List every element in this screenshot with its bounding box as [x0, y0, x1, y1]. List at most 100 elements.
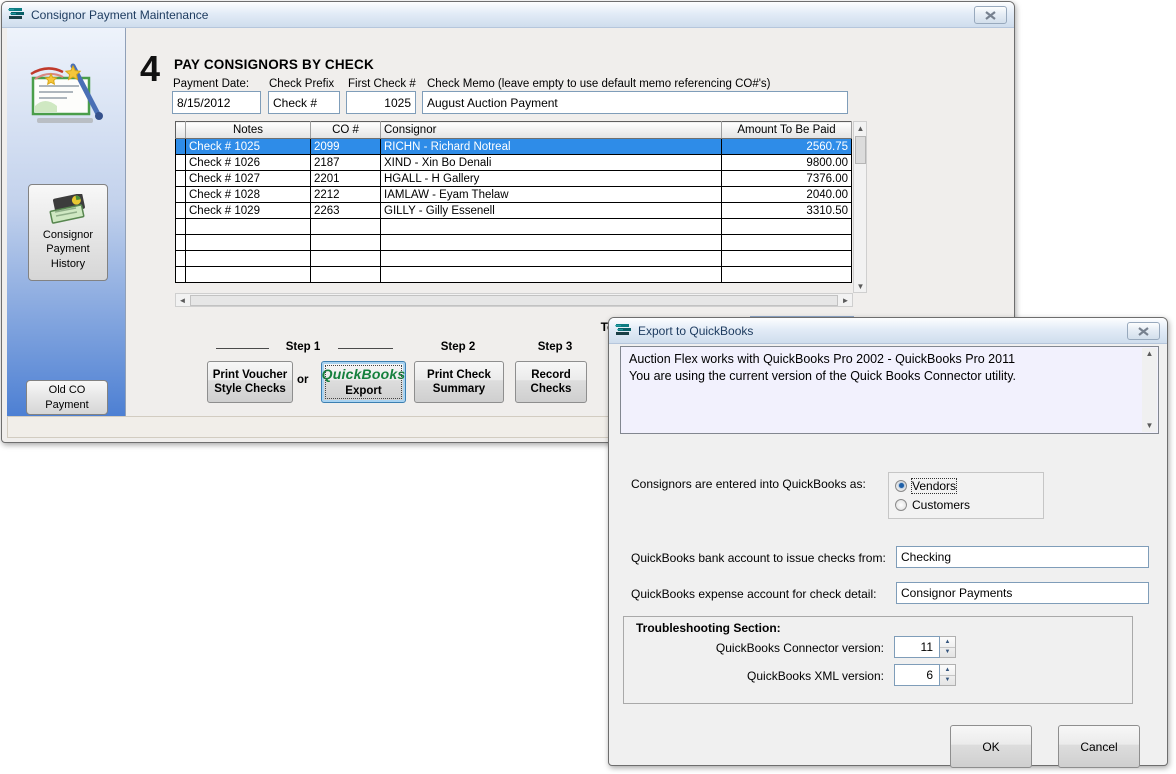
customers-label: Customers [912, 498, 970, 512]
xml-version-spinner[interactable]: 6 ▲ ▼ [894, 664, 956, 686]
record-checks-button[interactable]: Record Checks [515, 361, 587, 403]
check-memo-input[interactable] [422, 91, 848, 114]
app-logo-icon [8, 7, 25, 22]
vertical-scrollbar[interactable]: ▲ ▼ [853, 121, 867, 293]
export-to-quickbooks-dialog: Export to QuickBooks Auction Flex works … [608, 317, 1168, 766]
empty-row [176, 267, 852, 283]
scroll-down-icon[interactable]: ▼ [854, 280, 867, 292]
sidebar: Consignor Payment History Old CO Payment [7, 28, 126, 418]
col-co: CO # [311, 122, 381, 139]
vendors-label: Vendors [912, 479, 956, 493]
ok-button[interactable]: OK [950, 725, 1032, 768]
step3-label: Step 3 [529, 341, 581, 353]
first-check-label: First Check # [348, 78, 416, 90]
dialog-body: Auction Flex works with QuickBooks Pro 2… [611, 344, 1165, 763]
table-header-row: Notes CO # Consignor Amount To Be Paid [176, 122, 852, 139]
or-label: or [297, 374, 309, 386]
ok-label: OK [982, 740, 999, 754]
table-row[interactable]: Check # 1026 2187 XIND - Xin Bo Denali 9… [176, 155, 852, 171]
spin-up-icon[interactable]: ▲ [940, 665, 955, 676]
info-line: You are using the current version of the… [629, 368, 1138, 385]
print-summary-label: Print Check Summary [420, 368, 498, 397]
empty-row [176, 219, 852, 235]
connector-version-spinner[interactable]: 11 ▲ ▼ [894, 636, 956, 658]
page-title: PAY CONSIGNORS BY CHECK [174, 57, 374, 72]
xml-version-value[interactable]: 6 [894, 664, 940, 686]
consignor-payment-history-button[interactable]: Consignor Payment History [28, 184, 108, 281]
checkbook-icon [48, 194, 88, 224]
spin-down-icon[interactable]: ▼ [940, 648, 955, 658]
dialog-title: Export to QuickBooks [638, 324, 753, 338]
table-row[interactable]: Check # 1025 2099 RICHN - Richard Notrea… [176, 139, 852, 155]
troubleshooting-title: Troubleshooting Section: [636, 621, 781, 635]
first-check-input[interactable] [346, 91, 416, 114]
compatibility-info-box: Auction Flex works with QuickBooks Pro 2… [620, 346, 1159, 434]
step1-line-right [338, 348, 393, 349]
bank-account-label: QuickBooks bank account to issue checks … [631, 551, 886, 565]
app-logo-icon [615, 323, 632, 338]
history-button-label: Consignor Payment History [36, 228, 100, 271]
screen: Consignor Payment Maintenance [0, 0, 1176, 774]
print-voucher-checks-button[interactable]: Print Voucher Style Checks [207, 361, 293, 403]
check-prefix-label: Check Prefix [269, 78, 334, 90]
table-row[interactable]: Check # 1028 2212 IAMLAW - Eyam Thelaw 2… [176, 187, 852, 203]
xml-version-label: QuickBooks XML version: [634, 669, 884, 683]
col-notes: Notes [186, 122, 311, 139]
info-line: Auction Flex works with QuickBooks Pro 2… [629, 351, 1138, 368]
spin-down-icon[interactable]: ▼ [940, 676, 955, 686]
radio-option-vendors[interactable]: Vendors [895, 476, 1037, 495]
spin-up-icon[interactable]: ▲ [940, 637, 955, 648]
window-title: Consignor Payment Maintenance [31, 8, 208, 22]
table-row[interactable]: Check # 1027 2201 HGALL - H Gallery 7376… [176, 171, 852, 187]
horizontal-scrollbar[interactable]: ◄ ► [175, 293, 853, 307]
payment-date-label: Payment Date: [173, 78, 249, 90]
quickbooks-export-label: Export [345, 384, 381, 398]
main-title-bar: Consignor Payment Maintenance [2, 2, 1014, 28]
step2-label: Step 2 [432, 341, 484, 353]
radio-selected-icon[interactable] [895, 480, 907, 492]
check-prefix-input[interactable] [268, 91, 340, 114]
consignor-type-label: Consignors are entered into QuickBooks a… [631, 477, 866, 491]
bank-account-input[interactable] [896, 546, 1149, 568]
check-wizard-icon [29, 60, 105, 126]
dialog-close-icon[interactable] [1127, 322, 1160, 340]
old-co-button-label: Old CO Payment [39, 383, 95, 412]
old-co-payment-button[interactable]: Old CO Payment [26, 380, 108, 415]
empty-row [176, 251, 852, 267]
scroll-left-icon[interactable]: ◄ [176, 294, 189, 306]
record-checks-label: Record Checks [525, 368, 577, 397]
scroll-down-icon[interactable]: ▼ [1143, 420, 1156, 432]
scroll-up-icon[interactable]: ▲ [1143, 348, 1156, 360]
radio-unselected-icon[interactable] [895, 499, 907, 511]
step1-label: Step 1 [277, 341, 329, 353]
table-row[interactable]: Check # 1029 2263 GILLY - Gilly Essenell… [176, 203, 852, 219]
troubleshooting-section: Troubleshooting Section: QuickBooks Conn… [623, 616, 1133, 704]
vertical-scroll-thumb[interactable] [855, 136, 866, 164]
dialog-title-bar: Export to QuickBooks [609, 318, 1167, 344]
connector-version-label: QuickBooks Connector version: [634, 641, 884, 655]
step-number: 4 [140, 48, 160, 90]
info-scrollbar[interactable]: ▲ ▼ [1142, 348, 1157, 432]
cancel-button[interactable]: Cancel [1058, 725, 1140, 768]
close-icon[interactable] [974, 6, 1007, 24]
scroll-up-icon[interactable]: ▲ [854, 122, 867, 134]
cancel-label: Cancel [1080, 740, 1117, 754]
consignor-type-radio-group: Vendors Customers [888, 472, 1044, 519]
radio-option-customers[interactable]: Customers [895, 495, 1037, 514]
col-amount: Amount To Be Paid [722, 122, 852, 139]
print-check-summary-button[interactable]: Print Check Summary [414, 361, 504, 403]
check-memo-label: Check Memo (leave empty to use default m… [427, 78, 771, 90]
consignor-payment-table: Notes CO # Consignor Amount To Be Paid C… [175, 121, 852, 283]
horizontal-scroll-thumb[interactable] [190, 295, 838, 306]
quickbooks-export-button[interactable]: QuickBooks Export [321, 361, 406, 403]
payment-date-input[interactable] [172, 91, 261, 114]
empty-row [176, 235, 852, 251]
step1-line-left [216, 348, 269, 349]
quickbooks-brand-label: QuickBooks [322, 366, 406, 384]
expense-account-label: QuickBooks expense account for check det… [631, 587, 876, 601]
expense-account-input[interactable] [896, 582, 1149, 604]
col-consignor: Consignor [381, 122, 722, 139]
connector-version-value[interactable]: 11 [894, 636, 940, 658]
print-voucher-label: Print Voucher Style Checks [210, 368, 290, 397]
scroll-right-icon[interactable]: ► [839, 294, 852, 306]
